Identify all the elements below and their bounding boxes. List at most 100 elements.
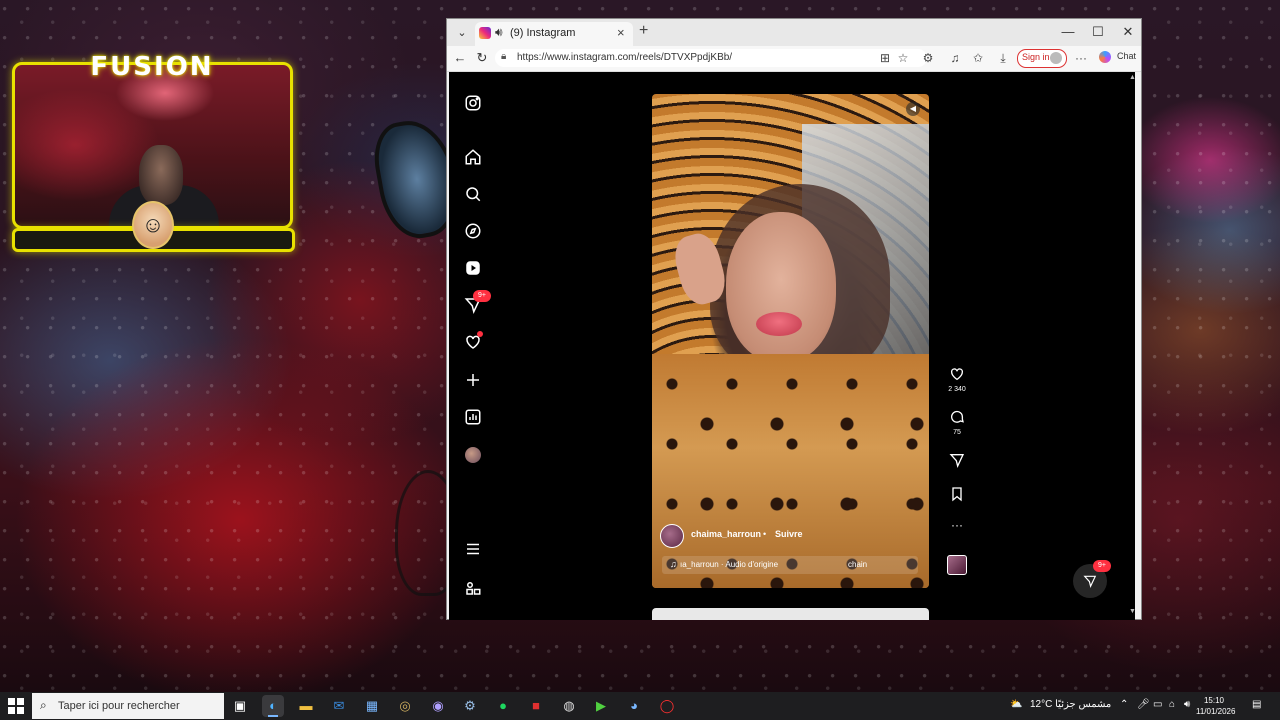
tab-title: (9) Instagram: [510, 27, 576, 39]
search-icon: ⌕: [40, 698, 47, 712]
url-field[interactable]: 🔒︎ https://www.instagram.com/reels/DTVXP…: [495, 49, 927, 67]
microphone-icon[interactable]: 🎤︎: [1137, 699, 1150, 710]
save-button[interactable]: [945, 486, 969, 505]
reel-video[interactable]: ◀ chaima_harroun • Suivre ♫ ıa_harroun ·…: [652, 94, 929, 588]
tray-chevron-icon[interactable]: ⌃: [1120, 699, 1128, 710]
stream-webcam-overlay: FUSION ☺: [12, 52, 295, 254]
sign-in-button[interactable]: Sign in: [1017, 49, 1067, 68]
new-tab-icon[interactable]: +: [639, 22, 648, 40]
like-count: 2 340: [948, 386, 966, 393]
more-menu-icon[interactable]: ···: [1073, 50, 1089, 66]
minimize-icon[interactable]: —: [1059, 23, 1077, 41]
tab-close-icon[interactable]: ×: [617, 25, 625, 40]
maximize-icon[interactable]: ☐: [1089, 23, 1107, 41]
search-icon[interactable]: [463, 185, 483, 205]
mute-toggle-icon[interactable]: ◀: [906, 102, 920, 116]
tab-instagram[interactable]: 🔊︎ (9) Instagram ×: [475, 22, 633, 46]
messages-badge: 9+: [473, 290, 491, 302]
taskbar-search[interactable]: ⌕ Taper ici pour rechercher: [32, 693, 224, 719]
reel-subject-coat: [652, 354, 929, 588]
bookmark-icon: [952, 487, 962, 502]
volume-icon[interactable]: 🔊︎: [1184, 699, 1190, 710]
refresh-icon[interactable]: ↻: [473, 49, 491, 67]
tray-app-icon[interactable]: ▭: [1153, 699, 1162, 710]
windows-start-icon[interactable]: [8, 698, 24, 714]
messages-float-button[interactable]: 9+: [1073, 560, 1111, 598]
favorites-icon[interactable]: ✩: [970, 50, 986, 66]
edge-browser-icon[interactable]: ◐: [262, 695, 284, 717]
instagram-favicon-icon: [479, 27, 491, 39]
comment-button[interactable]: 75: [945, 409, 969, 436]
share-icon: [949, 454, 965, 468]
instagram-page: 9+ ◀ chaima_harroun • Suivre ♫ ıa_harrou…: [449, 72, 1135, 620]
close-window-icon[interactable]: ✕: [1119, 23, 1137, 41]
downloads-icon[interactable]: ⤓: [995, 50, 1011, 66]
messages-float-badge: 9+: [1093, 560, 1111, 572]
dashboard-icon[interactable]: [463, 408, 483, 428]
outlook-icon[interactable]: ✉: [328, 695, 350, 717]
network-icon[interactable]: ⌂: [1169, 699, 1175, 710]
menu-hamburger-icon[interactable]: [463, 540, 483, 560]
favorite-star-icon[interactable]: ☆: [895, 50, 911, 66]
create-plus-icon[interactable]: [463, 371, 483, 391]
steam-icon[interactable]: ⚙: [459, 695, 481, 717]
extensions-icon[interactable]: ⚙: [920, 50, 936, 66]
author-avatar[interactable]: [660, 524, 684, 548]
app-icon-3[interactable]: ■: [525, 695, 547, 717]
author-username[interactable]: chaima_harroun: [691, 529, 761, 539]
file-explorer-icon[interactable]: ▬: [295, 695, 317, 717]
back-icon[interactable]: ←: [451, 49, 469, 67]
app-icon-6[interactable]: ◕: [623, 695, 645, 717]
weather-text[interactable]: 12°C مشمس جزئيًا: [1030, 699, 1111, 710]
next-reel-preview[interactable]: [652, 608, 929, 620]
notifications-dot: [477, 331, 483, 337]
share-button[interactable]: [945, 452, 969, 471]
media-icon[interactable]: ♫: [947, 50, 963, 66]
audio-thumbnail-image: [947, 555, 967, 575]
tab-audio-icon[interactable]: 🔊︎: [495, 25, 503, 40]
reel-audio-bar[interactable]: ♫ ıa_harroun · Audio d'origine chain: [662, 556, 918, 574]
scroll-up-icon[interactable]: ▲: [1129, 74, 1135, 81]
audio-side-label: chain: [848, 560, 868, 569]
weather-icon[interactable]: ⛅: [1010, 699, 1022, 710]
tab-bar: ⌄ 🔊︎ (9) Instagram × + — ☐ ✕: [447, 19, 1141, 46]
more-options-icon[interactable]: ···: [945, 518, 969, 532]
app-icon-2[interactable]: ◉: [427, 695, 449, 717]
messages-icon[interactable]: 9+: [463, 290, 491, 316]
notifications-heart-icon[interactable]: [463, 331, 483, 353]
profile-avatar[interactable]: [463, 446, 483, 466]
task-view-icon[interactable]: ▣: [229, 695, 251, 717]
url-text[interactable]: https://www.instagram.com/reels/DTVXPpdj…: [517, 52, 732, 63]
notifications-icon[interactable]: ▤: [1252, 699, 1261, 710]
audio-thumbnail[interactable]: [945, 555, 969, 575]
chat-label: Chat: [1117, 51, 1137, 61]
comment-count: 75: [953, 429, 961, 436]
follow-button[interactable]: Suivre: [775, 529, 803, 539]
app-icon-1[interactable]: ◎: [394, 695, 416, 717]
explore-compass-icon[interactable]: [463, 222, 483, 242]
spotify-icon[interactable]: ●: [492, 695, 514, 717]
more-apps-icon[interactable]: [463, 579, 483, 599]
music-note-icon: ♫: [670, 559, 677, 569]
streamer-avatar-icon: ☺: [132, 201, 174, 249]
taskbar: ⌕ Taper ici pour rechercher ▣ ◐ ▬ ✉ ▦ ◎ …: [0, 692, 1280, 720]
comment-icon: [951, 410, 964, 423]
lock-icon[interactable]: 🔒︎: [501, 51, 506, 62]
app-available-icon[interactable]: ⊞: [877, 50, 893, 66]
home-icon[interactable]: [463, 148, 483, 168]
app-icon-4[interactable]: ◍: [558, 695, 580, 717]
stream-logo: FUSION: [90, 52, 214, 82]
clock[interactable]: 15:10 11/01/2026: [1196, 695, 1236, 717]
instagram-logo-icon[interactable]: [463, 94, 483, 114]
scroll-down-icon[interactable]: ▼: [1129, 608, 1135, 615]
tab-actions-chevron-icon[interactable]: ⌄: [453, 24, 471, 42]
copilot-chat-button[interactable]: Chat: [1099, 50, 1141, 66]
clock-date: 11/01/2026: [1196, 707, 1236, 716]
app-icon-5[interactable]: ▶: [590, 695, 612, 717]
store-icon[interactable]: ▦: [361, 695, 383, 717]
opera-icon[interactable]: ◯: [656, 695, 678, 717]
reel-subject-face: [726, 212, 836, 362]
reels-icon[interactable]: [463, 259, 483, 279]
like-button[interactable]: 2 340: [945, 366, 969, 393]
sign-in-label: Sign in: [1022, 52, 1050, 62]
